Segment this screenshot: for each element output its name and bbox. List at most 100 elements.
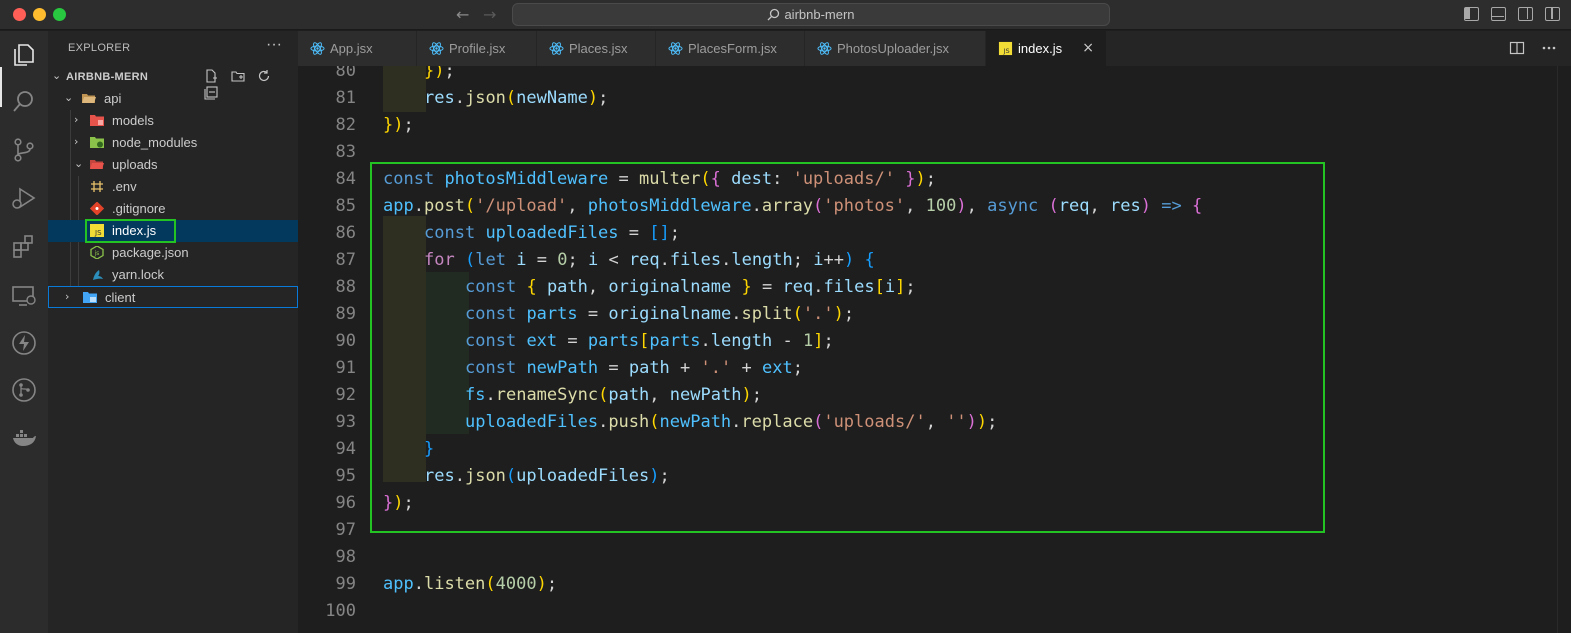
close-window-button[interactable] xyxy=(13,8,26,21)
editor-tab-bar: App.jsx Profile.jsx Places.jsx PlacesFor… xyxy=(298,31,1571,66)
new-folder-icon[interactable] xyxy=(231,69,245,83)
tree-file-yarn-lock[interactable]: yarn.lock xyxy=(48,264,298,286)
line-number: 80 xyxy=(335,66,356,81)
line-number: 99 xyxy=(335,574,356,594)
vertical-scrollbar[interactable] xyxy=(1557,66,1571,633)
line-number: 84 xyxy=(335,169,356,189)
code-text: app.listen(4000); xyxy=(383,574,558,594)
more-actions-icon[interactable] xyxy=(1541,40,1557,56)
code-line[interactable]: 81 res.json(newName); xyxy=(298,85,1571,112)
tree-file-package-json[interactable]: js package.json xyxy=(48,242,298,264)
react-icon xyxy=(310,42,325,55)
line-number: 82 xyxy=(335,115,356,135)
tab-index-js[interactable]: JS index.js × xyxy=(986,31,1107,66)
node-folder-icon xyxy=(90,137,104,148)
editor-actions xyxy=(1509,40,1557,61)
toggle-secondary-sidebar-icon[interactable] xyxy=(1518,7,1533,21)
tab-label: PlacesForm.jsx xyxy=(688,41,777,56)
tab-placesform-jsx[interactable]: PlacesForm.jsx xyxy=(656,31,805,66)
remote-explorer-icon[interactable] xyxy=(10,282,38,310)
yarn-file-icon xyxy=(93,270,103,280)
toggle-primary-sidebar-icon[interactable] xyxy=(1464,7,1479,21)
tab-profile-jsx[interactable]: Profile.jsx xyxy=(417,31,537,66)
workspace-root[interactable]: ⌄ AIRBNB-MERN xyxy=(48,66,298,100)
forward-arrow-icon[interactable]: → xyxy=(483,5,496,24)
activity-bar xyxy=(0,31,48,633)
code-line[interactable]: 82}); xyxy=(298,112,1571,139)
tree-label: models xyxy=(112,113,154,128)
code-line[interactable]: 100 xyxy=(298,598,1571,625)
tab-label: App.jsx xyxy=(330,41,373,56)
highlight-box xyxy=(370,162,1325,533)
react-icon xyxy=(817,42,832,55)
tree-folder-uploads[interactable]: ⌄ uploads xyxy=(48,154,298,176)
back-arrow-icon[interactable]: ← xyxy=(456,5,469,24)
refresh-icon[interactable] xyxy=(257,69,271,83)
tab-photosuploader-jsx[interactable]: PhotosUploader.jsx xyxy=(805,31,986,66)
tab-app-jsx[interactable]: App.jsx xyxy=(298,31,417,66)
tab-places-jsx[interactable]: Places.jsx xyxy=(537,31,656,66)
code-line[interactable]: 99 app.listen(4000); xyxy=(298,571,1571,598)
tree-label: .env xyxy=(112,179,137,194)
code-editor[interactable]: 80 }); 81 res.json(newName); 82}); 83 84 cons… xyxy=(298,66,1571,633)
tab-label: Places.jsx xyxy=(569,41,628,56)
tab-label: PhotosUploader.jsx xyxy=(837,41,950,56)
lightning-icon[interactable] xyxy=(10,329,38,357)
folder-open-icon xyxy=(90,160,104,169)
code-line[interactable]: 80 }); xyxy=(298,66,1571,85)
tree-file-env[interactable]: .env xyxy=(48,176,298,198)
git-file-icon xyxy=(90,202,104,215)
search-icon[interactable] xyxy=(10,88,38,116)
tree-file-gitignore[interactable]: .gitignore xyxy=(48,198,298,220)
line-number: 86 xyxy=(335,223,356,243)
more-actions-icon[interactable]: ··· xyxy=(266,36,282,54)
line-number: 83 xyxy=(335,142,356,162)
customize-layout-icon[interactable] xyxy=(1545,7,1560,21)
minimize-window-button[interactable] xyxy=(33,8,46,21)
maximize-window-button[interactable] xyxy=(53,8,66,21)
tree-folder-node-modules[interactable]: › node_modules xyxy=(48,132,298,154)
tree-folder-api[interactable]: ⌄ api xyxy=(48,88,298,110)
extensions-icon[interactable] xyxy=(10,233,38,261)
line-number: 94 xyxy=(335,439,356,459)
line-number: 93 xyxy=(335,412,356,432)
folder-open-icon xyxy=(82,94,96,103)
code-line[interactable]: 98 xyxy=(298,544,1571,571)
tree-label: .gitignore xyxy=(112,201,166,216)
workspace-root-label: AIRBNB-MERN xyxy=(66,71,149,83)
tree-label: client xyxy=(105,290,136,305)
explorer-sidebar: EXPLORER ··· ⌄ AIRBNB-MERN ⌄ api › model… xyxy=(48,31,298,633)
new-file-icon[interactable] xyxy=(204,69,218,83)
active-indicator xyxy=(0,67,2,107)
line-number: 98 xyxy=(335,547,356,567)
docker-icon[interactable] xyxy=(10,424,38,452)
search-icon xyxy=(767,8,780,21)
tree-label: api xyxy=(104,91,122,106)
command-center[interactable]: airbnb-mern xyxy=(512,3,1110,26)
code-text: }); xyxy=(424,66,455,81)
react-icon xyxy=(429,42,444,55)
code-text: }); xyxy=(383,115,414,135)
line-number: 100 xyxy=(325,601,356,621)
source-control-icon[interactable] xyxy=(10,136,38,164)
split-editor-icon[interactable] xyxy=(1509,40,1525,56)
toggle-panel-icon[interactable] xyxy=(1491,7,1506,21)
js-file-icon: JS xyxy=(998,41,1013,55)
tree-folder-models[interactable]: › models xyxy=(48,110,298,132)
react-icon xyxy=(668,42,683,55)
line-number: 95 xyxy=(335,466,356,486)
title-bar: ← → airbnb-mern xyxy=(0,0,1571,30)
tree-folder-client[interactable]: › client xyxy=(48,286,298,308)
line-number: 87 xyxy=(335,250,356,270)
git-graph-icon[interactable] xyxy=(10,376,38,404)
tab-label: index.js xyxy=(1018,41,1063,56)
env-file-icon xyxy=(91,181,103,192)
explorer-title: EXPLORER xyxy=(68,42,131,54)
line-number: 88 xyxy=(335,277,356,297)
close-tab-icon[interactable]: × xyxy=(1082,40,1094,56)
run-debug-icon[interactable] xyxy=(10,184,38,212)
react-icon xyxy=(549,42,564,55)
explorer-icon[interactable] xyxy=(10,41,38,69)
svg-text:JS: JS xyxy=(1003,47,1010,55)
highlight-box xyxy=(85,219,176,243)
